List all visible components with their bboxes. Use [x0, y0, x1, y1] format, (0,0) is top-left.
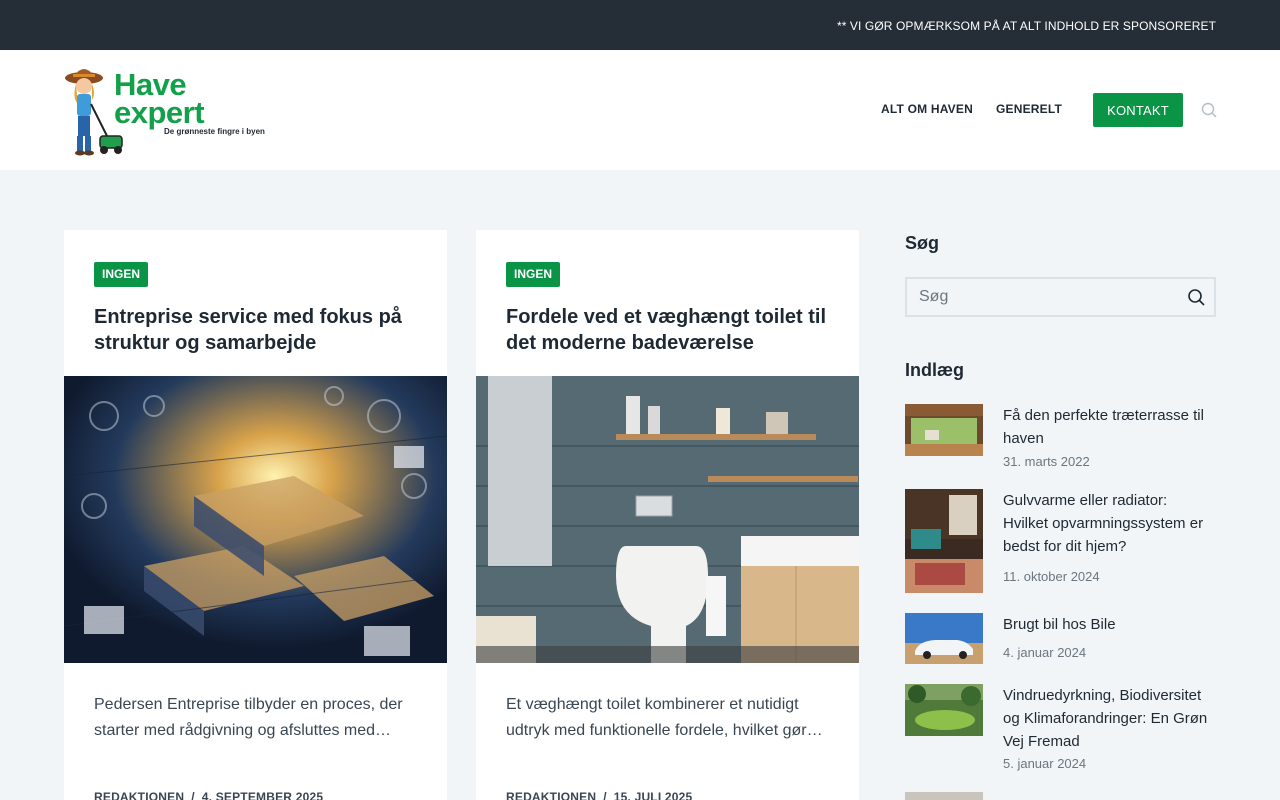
article-excerpt: Et væghængt toilet kombinerer et nutidig…: [506, 696, 823, 739]
nav-item-generelt[interactable]: GENERELT: [996, 102, 1062, 116]
search-icon[interactable]: [1201, 102, 1217, 118]
sidebar-search-box: [905, 277, 1216, 317]
article-title[interactable]: Fordele ved et væghængt toilet til det m…: [506, 304, 836, 356]
nav-item-alt-om-haven[interactable]: ALT OM HAVEN: [881, 102, 973, 116]
post-title[interactable]: Vindruedyrkning, Biodiversitet og Klimaf…: [1003, 684, 1216, 753]
meta-separator: /: [191, 790, 195, 800]
top-notice-bar: ** VI GØR OPMÆRKSOM PÅ AT ALT INDHOLD ER…: [0, 0, 1280, 50]
article-author[interactable]: REDAKTIONEN: [506, 790, 596, 800]
article-meta: REDAKTIONEN / 15. JULI 2025: [506, 790, 692, 800]
post-title[interactable]: Brugt bil hos Bile: [1003, 613, 1216, 636]
logo-word-expert: expert: [114, 95, 205, 130]
post-date: 5. januar 2024: [1003, 756, 1087, 771]
article-card: INGEN Entreprise service med fokus på st…: [64, 230, 447, 800]
post-thumbnail[interactable]: [905, 489, 983, 593]
post-date: 4. januar 2024: [1003, 645, 1087, 660]
article-date: 4. SEPTEMBER 2025: [201, 790, 324, 800]
post-thumbnail[interactable]: [905, 404, 983, 456]
logo-tagline: De grønneste fingre i byen: [164, 127, 265, 136]
post-title[interactable]: Få den perfekte træterrasse til haven: [1003, 404, 1216, 450]
article-image[interactable]: [64, 376, 447, 663]
post-thumbnail[interactable]: [905, 613, 983, 664]
search-input[interactable]: [919, 287, 1179, 307]
posts-widget-title: Indlæg: [905, 360, 964, 380]
article-card: INGEN Fordele ved et væghængt toilet til…: [476, 230, 859, 800]
article-excerpt: Pedersen Entreprise tilbyder en proces, …: [94, 696, 403, 739]
category-badge[interactable]: INGEN: [506, 262, 561, 287]
article-date: 15. JULI 2025: [613, 790, 693, 800]
meta-separator: /: [603, 790, 607, 800]
article-author[interactable]: REDAKTIONEN: [94, 790, 184, 800]
contact-button[interactable]: KONTAKT: [1093, 93, 1183, 127]
post-thumbnail[interactable]: [905, 684, 983, 736]
search-icon[interactable]: [1187, 288, 1205, 306]
article-meta: REDAKTIONEN / 4. SEPTEMBER 2025: [94, 790, 323, 800]
sponsored-notice: ** VI GØR OPMÆRKSOM PÅ AT ALT INDHOLD ER…: [836, 19, 1216, 33]
search-widget-title: Søg: [905, 233, 939, 253]
site-header: Have expert De grønneste fingre i byen A…: [0, 50, 1280, 170]
post-title[interactable]: Gulvvarme eller radiator: Hvilket opvarm…: [1003, 489, 1216, 558]
article-title[interactable]: Entreprise service med fokus på struktur…: [94, 304, 424, 356]
post-date: 31. marts 2022: [1003, 454, 1090, 469]
post-date: 11. oktober 2024: [1003, 569, 1100, 584]
post-thumbnail[interactable]: [905, 792, 983, 800]
article-image[interactable]: [476, 376, 859, 663]
category-badge[interactable]: INGEN: [94, 262, 149, 287]
site-logo[interactable]: Have expert De grønneste fingre i byen: [64, 64, 274, 156]
